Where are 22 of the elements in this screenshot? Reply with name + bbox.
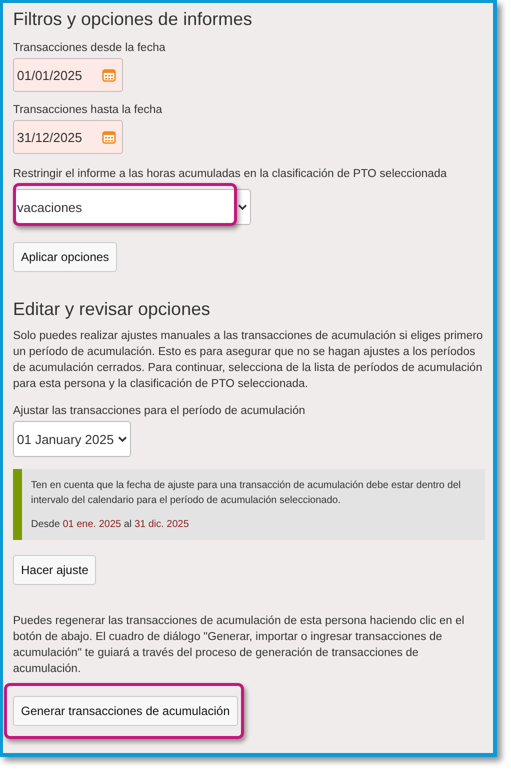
date-field[interactable]: 31/12/2025 bbox=[13, 120, 123, 154]
adjust-button[interactable]: Hacer ajuste bbox=[13, 555, 96, 585]
field-label: Restringir el informe a las horas acumuladas en la clasificación de PTO seleccionada bbox=[13, 168, 448, 180]
period-select[interactable]: 01 January 2025 bbox=[13, 421, 131, 457]
chevron-down-icon bbox=[238, 204, 247, 210]
calendar-icon[interactable] bbox=[102, 68, 116, 82]
date-field[interactable]: 01/01/2025 bbox=[13, 58, 123, 92]
calendar-icon[interactable] bbox=[102, 130, 116, 144]
field-label: Transacciones hasta la fecha bbox=[13, 104, 164, 116]
date-range-text: Desde 01 ene. 2025 al 31 dic. 2025 bbox=[31, 518, 190, 532]
section-title: Editar y revisar opciones bbox=[13, 299, 212, 320]
classification-select[interactable]: vacaciones bbox=[13, 189, 251, 225]
apply-button[interactable]: Aplicar opciones bbox=[13, 242, 118, 272]
field-label: Ajustar las transacciones para el período de acumulación bbox=[13, 405, 306, 417]
regenerate-text: Puedes regenerar las transacciones de acumulación de esta persona haciendo clic en el botón de abajo. El cuadro de diálogo "Generar, importar o ingresar transacciones de acumulación" te guiará a través del proceso de generación de transacciones de acumulación. bbox=[13, 614, 466, 677]
section-title: Filtros y opciones de informes bbox=[13, 9, 254, 30]
intro-text: Solo puedes realizar ajustes manuales a las transacciones de acumulación si eliges primero un período de acumulación. Esto es para asegurar que no se hagan ajustes a los períodos de acumulación cerrados. Para continuar, selecciona de la lista de períodos de acumulación para esta persona y la clasificación de PTO seleccionada. bbox=[13, 329, 483, 392]
generate-button[interactable]: Generar transacciones de acumulación bbox=[13, 696, 238, 726]
field-label: Transacciones desde la fecha bbox=[13, 42, 166, 54]
chevron-down-icon bbox=[118, 436, 127, 442]
note-text: Ten en cuenta que la fecha de ajuste para una transacción de acumulación debe estar dentro del intervalo del calendario para el período de acumulación seleccionado. bbox=[31, 479, 462, 508]
accent-bar bbox=[13, 469, 22, 540]
